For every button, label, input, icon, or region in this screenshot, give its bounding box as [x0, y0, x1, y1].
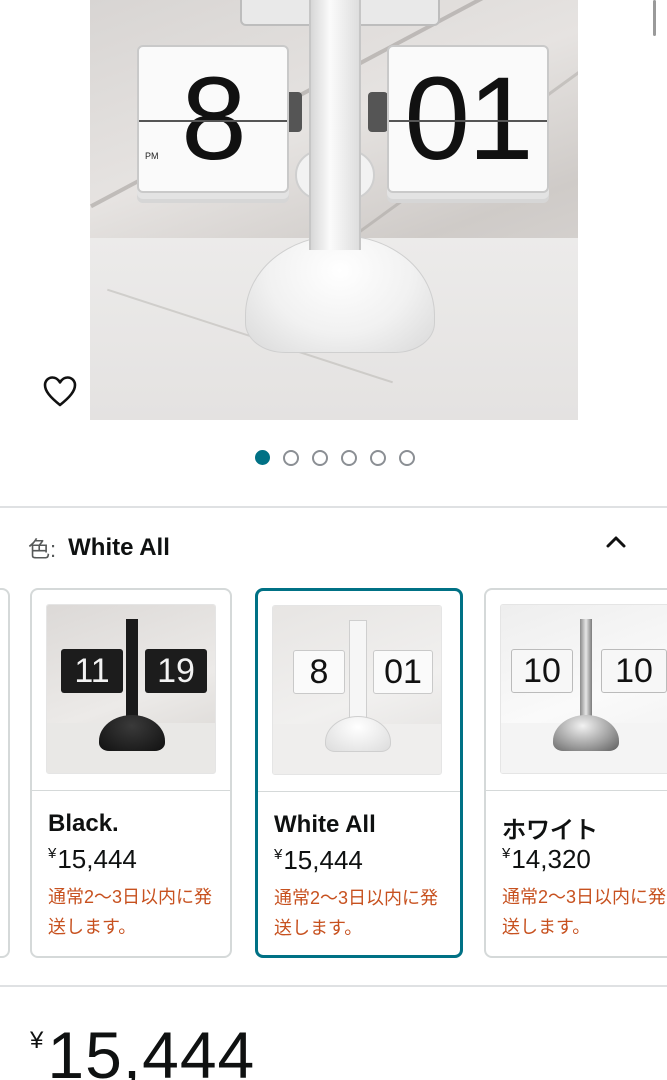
card-separator	[32, 790, 230, 791]
variant-thumbnail: 11 19	[46, 604, 216, 774]
variant-card-offscreen[interactable]	[0, 588, 10, 958]
variant-card-white-all[interactable]: 8 01 White All ¥15,444 通常2～3日以内に発送します。	[255, 588, 463, 958]
variant-price-value: 14,320	[511, 844, 591, 874]
color-selected-value: White All	[68, 534, 170, 561]
currency-symbol: ¥	[274, 846, 283, 863]
variant-shipping-note: 通常2～3日以内に発送します。	[502, 887, 667, 937]
card-separator	[486, 790, 667, 791]
card-separator	[258, 791, 460, 792]
variant-thumbnail: 10 10	[500, 604, 667, 774]
thumb-flip-hour: 10	[511, 649, 573, 693]
carousel-dot-2[interactable]	[282, 450, 299, 466]
variant-price: ¥15,444	[48, 844, 137, 875]
variant-card-black[interactable]: 11 19 Black. ¥15,444 通常2～3日以内に発送します。	[30, 588, 232, 958]
flip-split-line	[139, 120, 287, 122]
color-variant-list: 11 19 Black. ¥15,444 通常2～3日以内に発送します。 8 0…	[0, 588, 667, 968]
carousel-dot-3[interactable]	[311, 450, 328, 466]
clock-hinge	[368, 92, 388, 132]
thumb-flip-minute: 19	[145, 649, 207, 693]
currency-symbol: ¥	[502, 845, 511, 862]
carousel-dot-5[interactable]	[369, 450, 386, 466]
variant-name: Black.	[48, 810, 119, 837]
scroll-indicator	[653, 0, 656, 36]
minute-digits: 01	[404, 53, 533, 185]
variant-name: ホワイト	[502, 817, 598, 844]
section-divider	[0, 506, 667, 508]
variant-price-value: 15,444	[283, 845, 363, 875]
variant-shipping-note: 通常2～3日以内に発送します。	[274, 888, 439, 938]
thumb-pole	[349, 620, 367, 730]
section-divider	[0, 985, 667, 987]
currency-symbol: ¥	[48, 845, 57, 862]
image-carousel-dots	[0, 450, 667, 466]
carousel-dot-4[interactable]	[340, 450, 357, 466]
thumb-pole	[580, 619, 592, 729]
carousel-dot-1[interactable]	[254, 450, 270, 465]
variant-shipping-note: 通常2～3日以内に発送します。	[48, 887, 213, 937]
carousel-dot-6[interactable]	[398, 450, 415, 466]
product-price: ¥15,444	[30, 1022, 255, 1080]
variant-price: ¥15,444	[274, 845, 363, 876]
variant-thumbnail: 8 01	[272, 605, 442, 775]
flip-card-hour: 8 PM	[137, 45, 289, 193]
chevron-up-icon[interactable]	[602, 528, 630, 556]
product-main-image[interactable]: 8 PM 01	[90, 0, 578, 420]
color-selector-header[interactable]: 色: White All	[28, 532, 638, 564]
variant-name: White All	[274, 811, 376, 838]
thumb-pole	[126, 619, 138, 729]
clock-pole	[309, 0, 361, 250]
heart-icon[interactable]	[42, 374, 78, 410]
hour-digits: 8	[181, 53, 247, 185]
variant-card-white[interactable]: 10 10 ホワイト ¥14,320 通常2～3日以内に発送します。	[484, 588, 667, 958]
thumb-flip-minute: 01	[373, 650, 433, 694]
ampm-label: PM	[145, 151, 159, 161]
variant-price: ¥14,320	[502, 844, 591, 875]
price-value: 15,444	[47, 1022, 256, 1080]
flip-split-line	[389, 120, 547, 122]
thumb-flip-hour: 8	[293, 650, 345, 694]
price-currency: ¥	[30, 1027, 44, 1054]
thumb-flip-minute: 10	[601, 649, 667, 693]
color-label: 色:	[28, 537, 57, 562]
thumb-flip-hour: 11	[61, 649, 123, 693]
flip-card-minute: 01	[387, 45, 549, 193]
variant-price-value: 15,444	[57, 844, 137, 874]
